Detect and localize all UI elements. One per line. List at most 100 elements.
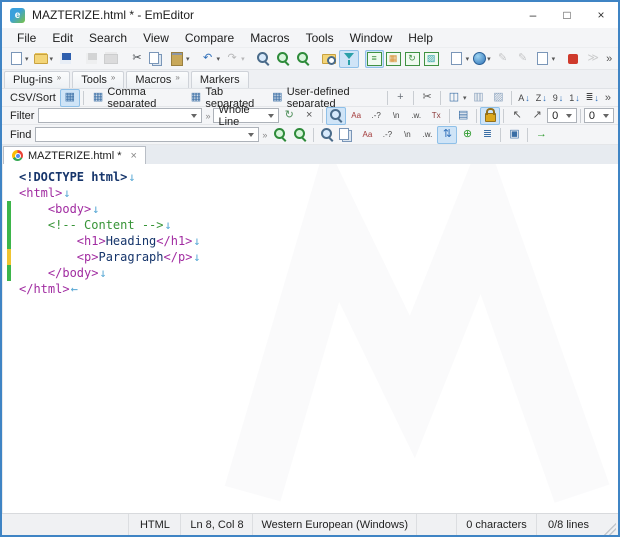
redo-button[interactable]: ↷ ▾: [222, 50, 247, 68]
freeze-columns-button[interactable]: ▥: [468, 89, 488, 107]
status-cursor-position[interactable]: Ln 8, Col 8: [180, 514, 252, 535]
menu-macros[interactable]: Macros: [243, 29, 296, 47]
menu-search[interactable]: Search: [82, 29, 134, 47]
sort-largest-to-smallest-button[interactable]: 1 ↓: [566, 93, 583, 103]
escape-sequence-find-button[interactable]: \n: [397, 126, 417, 144]
document-tab[interactable]: MAZTERIZE.html * ×: [3, 146, 146, 164]
compare-button[interactable]: ▾: [447, 50, 472, 68]
dropdown-arrow-icon[interactable]: ▾: [552, 55, 556, 63]
find-results-panel-button[interactable]: ▣: [504, 126, 524, 144]
dropdown-arrow-icon[interactable]: ▾: [463, 94, 467, 102]
dropdown-arrow-icon[interactable]: ▾: [50, 55, 54, 63]
csv-convert-button[interactable]: ✂: [417, 89, 437, 107]
dropdown-arrow-icon[interactable]: ▾: [25, 55, 29, 63]
find-in-document-button[interactable]: [337, 126, 357, 144]
browser-preview-button[interactable]: ▾: [471, 50, 493, 68]
clear-filter-button[interactable]: ×: [299, 107, 319, 125]
match-case-filter-button[interactable]: Aa: [346, 107, 366, 125]
status-syntax[interactable]: HTML: [128, 514, 180, 535]
menu-compare[interactable]: Compare: [178, 29, 241, 47]
extract-matched-lines-button[interactable]: ↗: [527, 107, 547, 125]
filter-input[interactable]: [39, 109, 188, 122]
find-in-files-button[interactable]: [319, 50, 339, 68]
csv-mode-comma-separated[interactable]: ▦ Comma separated: [87, 86, 185, 110]
add-next-occurrence-button[interactable]: ⊕: [457, 126, 477, 144]
filter-count2-dropdown-icon[interactable]: [599, 109, 613, 122]
undo-button[interactable]: ↶ ▾: [198, 50, 223, 68]
find-next-green-button[interactable]: [290, 126, 310, 144]
wildcard-filter-button[interactable]: .-?: [366, 107, 386, 125]
save-button[interactable]: [55, 50, 75, 68]
sort-z-to-a-button[interactable]: Z ↓: [533, 93, 550, 103]
csv-overflow-chevron[interactable]: »: [602, 92, 614, 104]
open-file-button[interactable]: ▾: [31, 50, 56, 68]
find-previous-button[interactable]: [270, 126, 290, 144]
go-to-button[interactable]: →: [531, 126, 551, 144]
select-matched-lines-button[interactable]: ↖: [507, 107, 527, 125]
filter-find-button[interactable]: [326, 106, 347, 125]
filter-overflow-chevron[interactable]: »: [202, 111, 213, 121]
minimize-button[interactable]: –: [516, 2, 550, 28]
print-button[interactable]: [101, 50, 121, 68]
whole-word-filter-button[interactable]: .w.: [406, 107, 426, 125]
code-editor[interactable]: <!DOCTYPE html> ↓ <html> ↓ <body> ↓ <!-- Con…: [2, 164, 618, 513]
filter-mode-dropdown-icon[interactable]: [264, 109, 278, 122]
replace-button[interactable]: [293, 50, 313, 68]
whole-word-find-button[interactable]: .w.: [417, 126, 437, 144]
tab-overflow-chevron[interactable]: »: [57, 73, 61, 82]
status-encoding[interactable]: Western European (Windows): [252, 514, 416, 535]
no-filter-button[interactable]: Tx: [426, 107, 446, 125]
find-next-button[interactable]: [273, 50, 293, 68]
wildcard-find-button[interactable]: .-?: [377, 126, 397, 144]
search-up-down-button[interactable]: ⇅: [437, 125, 458, 144]
filter-count1-combobox[interactable]: 0: [547, 108, 578, 123]
filter-count1-dropdown-icon[interactable]: [562, 109, 576, 122]
sort-by-length-button[interactable]: ≣ ↓: [583, 92, 602, 103]
dropdown-arrow-icon[interactable]: ▾: [186, 55, 190, 63]
dropdown-arrow-icon[interactable]: ▾: [241, 55, 245, 63]
find-overflow-chevron[interactable]: »: [259, 130, 270, 140]
filter-toolbar-toggle-button[interactable]: [338, 49, 359, 68]
csv-options-button[interactable]: +: [390, 89, 410, 107]
fix-columns-button[interactable]: ▨: [488, 89, 508, 107]
filter-count2-combobox[interactable]: 0: [583, 108, 614, 123]
dropdown-arrow-icon[interactable]: ▾: [466, 55, 470, 63]
find-input[interactable]: [36, 128, 245, 141]
csv-sort-mode-button[interactable]: ▦: [59, 88, 80, 107]
normal-mode-button[interactable]: ≡: [364, 49, 384, 68]
lock-filter-button[interactable]: [480, 106, 501, 125]
filter-properties-button[interactable]: ▤: [453, 107, 473, 125]
menu-tools[interactable]: Tools: [299, 29, 341, 47]
menu-window[interactable]: Window: [343, 29, 400, 47]
match-case-find-button[interactable]: Aa: [357, 126, 377, 144]
edit-macro-button[interactable]: ✎: [493, 50, 513, 68]
sort-a-to-z-button[interactable]: A ↓: [515, 93, 533, 103]
run-macro-button[interactable]: ✎: [513, 50, 533, 68]
resize-grip[interactable]: [604, 523, 616, 535]
menu-help[interactable]: Help: [401, 29, 440, 47]
find-dialog-button[interactable]: [317, 126, 337, 144]
refresh-filter-button[interactable]: ↻: [279, 107, 299, 125]
escape-sequence-filter-button[interactable]: \n: [386, 107, 406, 125]
cut-button[interactable]: ✂: [127, 50, 147, 68]
menu-file[interactable]: File: [10, 29, 43, 47]
menu-view[interactable]: View: [136, 29, 176, 47]
save-all-button[interactable]: [81, 50, 101, 68]
close-button[interactable]: ×: [584, 2, 618, 28]
wrap-mode-button[interactable]: ↻: [403, 50, 422, 68]
cell-mode-button[interactable]: ▨: [422, 50, 441, 68]
sort-smallest-to-largest-button[interactable]: 9 ↓: [550, 93, 567, 103]
find-button[interactable]: [253, 50, 273, 68]
toolbar-overflow-chevron[interactable]: »: [603, 53, 615, 65]
filter-dropdown-icon[interactable]: [187, 109, 201, 122]
copy-button[interactable]: [147, 50, 167, 68]
dropdown-arrow-icon[interactable]: ▾: [217, 55, 221, 63]
dropdown-arrow-icon[interactable]: ▾: [487, 55, 491, 63]
record-macro-button[interactable]: [563, 50, 583, 68]
tab-overflow-chevron[interactable]: »: [175, 73, 179, 82]
maximize-button[interactable]: □: [550, 2, 584, 28]
paste-button[interactable]: ▾: [167, 50, 192, 68]
csv-mode-button[interactable]: ▦: [384, 50, 403, 68]
find-dropdown-icon[interactable]: [244, 128, 258, 141]
play-macro-button[interactable]: ≫: [583, 50, 603, 68]
